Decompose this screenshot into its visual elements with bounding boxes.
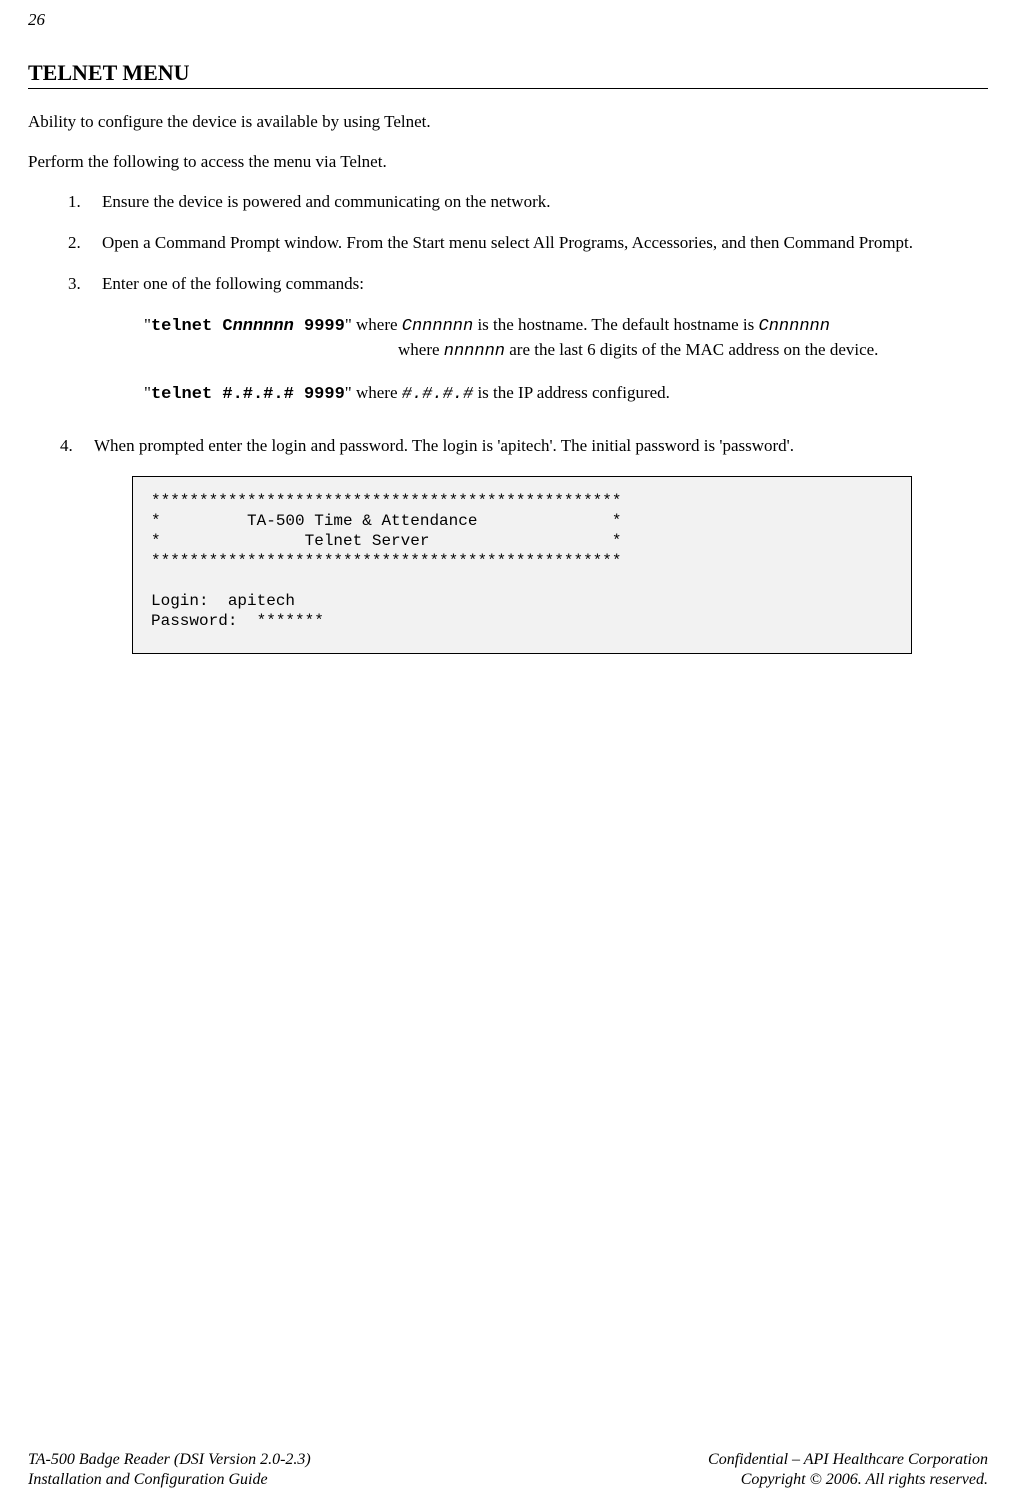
cmd1-var1a: C bbox=[402, 317, 412, 336]
command-example-1: "telnet Cnnnnnn 9999" where Cnnnnnn is t… bbox=[68, 314, 988, 364]
step-4-text: When prompted enter the login and passwo… bbox=[94, 435, 988, 458]
footer-right-line2: Copyright © 2006. All rights reserved. bbox=[708, 1470, 988, 1490]
cmd1-var1b: nnnnnn bbox=[412, 317, 473, 336]
cmd1-line2: where nnnnnn are the last 6 digits of th… bbox=[144, 339, 988, 364]
footer-left-line1: TA-500 Badge Reader (DSI Version 2.0-2.3… bbox=[28, 1450, 311, 1470]
cmd1-var2a: C bbox=[759, 317, 769, 336]
section-title: TELNET MENU bbox=[28, 60, 988, 89]
terminal-output: ****************************************… bbox=[132, 476, 912, 654]
quote-open-2: " bbox=[144, 383, 151, 402]
step-2: 2. Open a Command Prompt window. From th… bbox=[68, 232, 988, 255]
step-4-number: 4. bbox=[60, 435, 94, 458]
step-4: 4. When prompted enter the login and pas… bbox=[60, 435, 988, 458]
cmd1-line2-rest: are the last 6 digits of the MAC address… bbox=[505, 340, 878, 359]
step-2-text: Open a Command Prompt window. From the S… bbox=[102, 232, 988, 255]
cmd1-hostvar: nnnnnn bbox=[233, 317, 294, 336]
footer-right-line1: Confidential – API Healthcare Corporatio… bbox=[708, 1450, 988, 1470]
step-1-text: Ensure the device is powered and communi… bbox=[102, 191, 988, 214]
step-3-number: 3. bbox=[68, 273, 102, 296]
footer-right: Confidential – API Healthcare Corporatio… bbox=[708, 1450, 988, 1490]
step-3-text: Enter one of the following commands: bbox=[102, 273, 988, 296]
step-1-number: 1. bbox=[68, 191, 102, 214]
page-number: 26 bbox=[28, 10, 988, 30]
cmd1-line2-where: where bbox=[398, 340, 444, 359]
cmd2-command: telnet #.#.#.# 9999 bbox=[151, 385, 345, 404]
page: 26 TELNET MENU Ability to configure the … bbox=[0, 0, 1016, 1508]
footer-left-line2: Installation and Configuration Guide bbox=[28, 1470, 311, 1490]
cmd1-where: " where bbox=[345, 315, 402, 334]
intro-paragraph-2: Perform the following to access the menu… bbox=[28, 151, 988, 173]
command-example-2: "telnet #.#.#.# 9999" where #.#.#.# is t… bbox=[68, 382, 988, 407]
cmd2-where: " where bbox=[345, 383, 402, 402]
cmd1-port: 9999 bbox=[294, 317, 345, 336]
intro-paragraph-1: Ability to configure the device is avail… bbox=[28, 111, 988, 133]
cmd2-var: #.#.#.# bbox=[402, 385, 473, 404]
cmd1-command: telnet C bbox=[151, 317, 233, 336]
cmd1-after1: is the hostname. The default hostname is bbox=[473, 315, 758, 334]
footer-left: TA-500 Badge Reader (DSI Version 2.0-2.3… bbox=[28, 1450, 311, 1490]
step-2-number: 2. bbox=[68, 232, 102, 255]
page-footer: TA-500 Badge Reader (DSI Version 2.0-2.3… bbox=[28, 1450, 988, 1490]
cmd1-line2-var: nnnnnn bbox=[444, 342, 505, 361]
step-1: 1. Ensure the device is powered and comm… bbox=[68, 191, 988, 214]
cmd2-after: is the IP address configured. bbox=[473, 383, 670, 402]
step-3: 3. Enter one of the following commands: bbox=[68, 273, 988, 296]
ordered-list: 1. Ensure the device is powered and comm… bbox=[28, 191, 988, 458]
quote-open: " bbox=[144, 315, 151, 334]
cmd1-var2b: nnnnnn bbox=[769, 317, 830, 336]
